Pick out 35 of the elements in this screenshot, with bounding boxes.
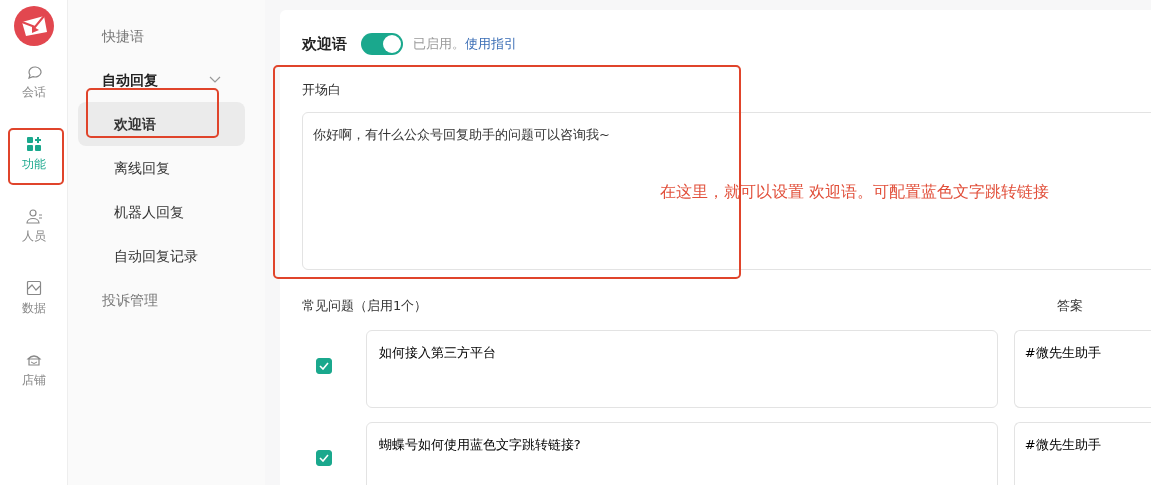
chart-icon <box>25 280 42 296</box>
checkbox[interactable] <box>316 357 332 374</box>
rail-nav-item[interactable]: 会话 <box>21 60 46 132</box>
question-field[interactable]: 蝴蝶号如何使用蓝色文字跳转链接? <box>365 421 998 485</box>
annotation-text: 在这里，就可以设置 欢迎语。可配置蓝色文字跳转链接 <box>660 181 1050 203</box>
person-icon <box>25 208 42 224</box>
answer-field[interactable]: #微先生助手 <box>1013 421 1151 485</box>
column-heading: 答案 <box>1057 296 1083 315</box>
store-icon <box>25 352 42 368</box>
submenu-item[interactable]: 自动回复 <box>78 58 245 102</box>
toggle-switch[interactable] <box>361 33 403 55</box>
highlight-frame <box>8 128 64 185</box>
rail-nav-item[interactable]: 数据 <box>21 276 46 348</box>
submenu-item[interactable]: 投诉管理 <box>78 278 245 322</box>
rail-nav-item[interactable]: 人员 <box>21 204 46 276</box>
status-text: 已启用。 <box>413 35 465 54</box>
chat-bubble-icon <box>25 64 42 80</box>
checkbox[interactable] <box>316 449 332 466</box>
field-label: 开场白 <box>302 81 342 99</box>
answer-field[interactable]: #微先生助手 <box>1013 329 1151 408</box>
grid-icon <box>25 136 42 152</box>
rail-nav-item[interactable]: 店铺 <box>21 348 46 420</box>
check-icon <box>318 453 329 462</box>
submenu-item[interactable]: 自动回复记录 <box>78 234 245 278</box>
section-title: 欢迎语 <box>302 33 347 55</box>
submenu-item[interactable]: 欢迎语 <box>78 102 245 146</box>
chevron-icon <box>209 76 221 84</box>
check-icon <box>318 361 329 370</box>
column-heading: 常见问题（启用1个） <box>302 296 429 315</box>
question-field[interactable]: 如何接入第三方平台 <box>365 329 998 408</box>
submenu-item[interactable]: 机器人回复 <box>78 190 245 234</box>
submenu-item[interactable]: 离线回复 <box>78 146 245 190</box>
logo-icon <box>13 6 54 46</box>
submenu-item[interactable]: 快捷语 <box>78 14 245 58</box>
guide-link[interactable]: 使用指引 <box>465 34 517 54</box>
